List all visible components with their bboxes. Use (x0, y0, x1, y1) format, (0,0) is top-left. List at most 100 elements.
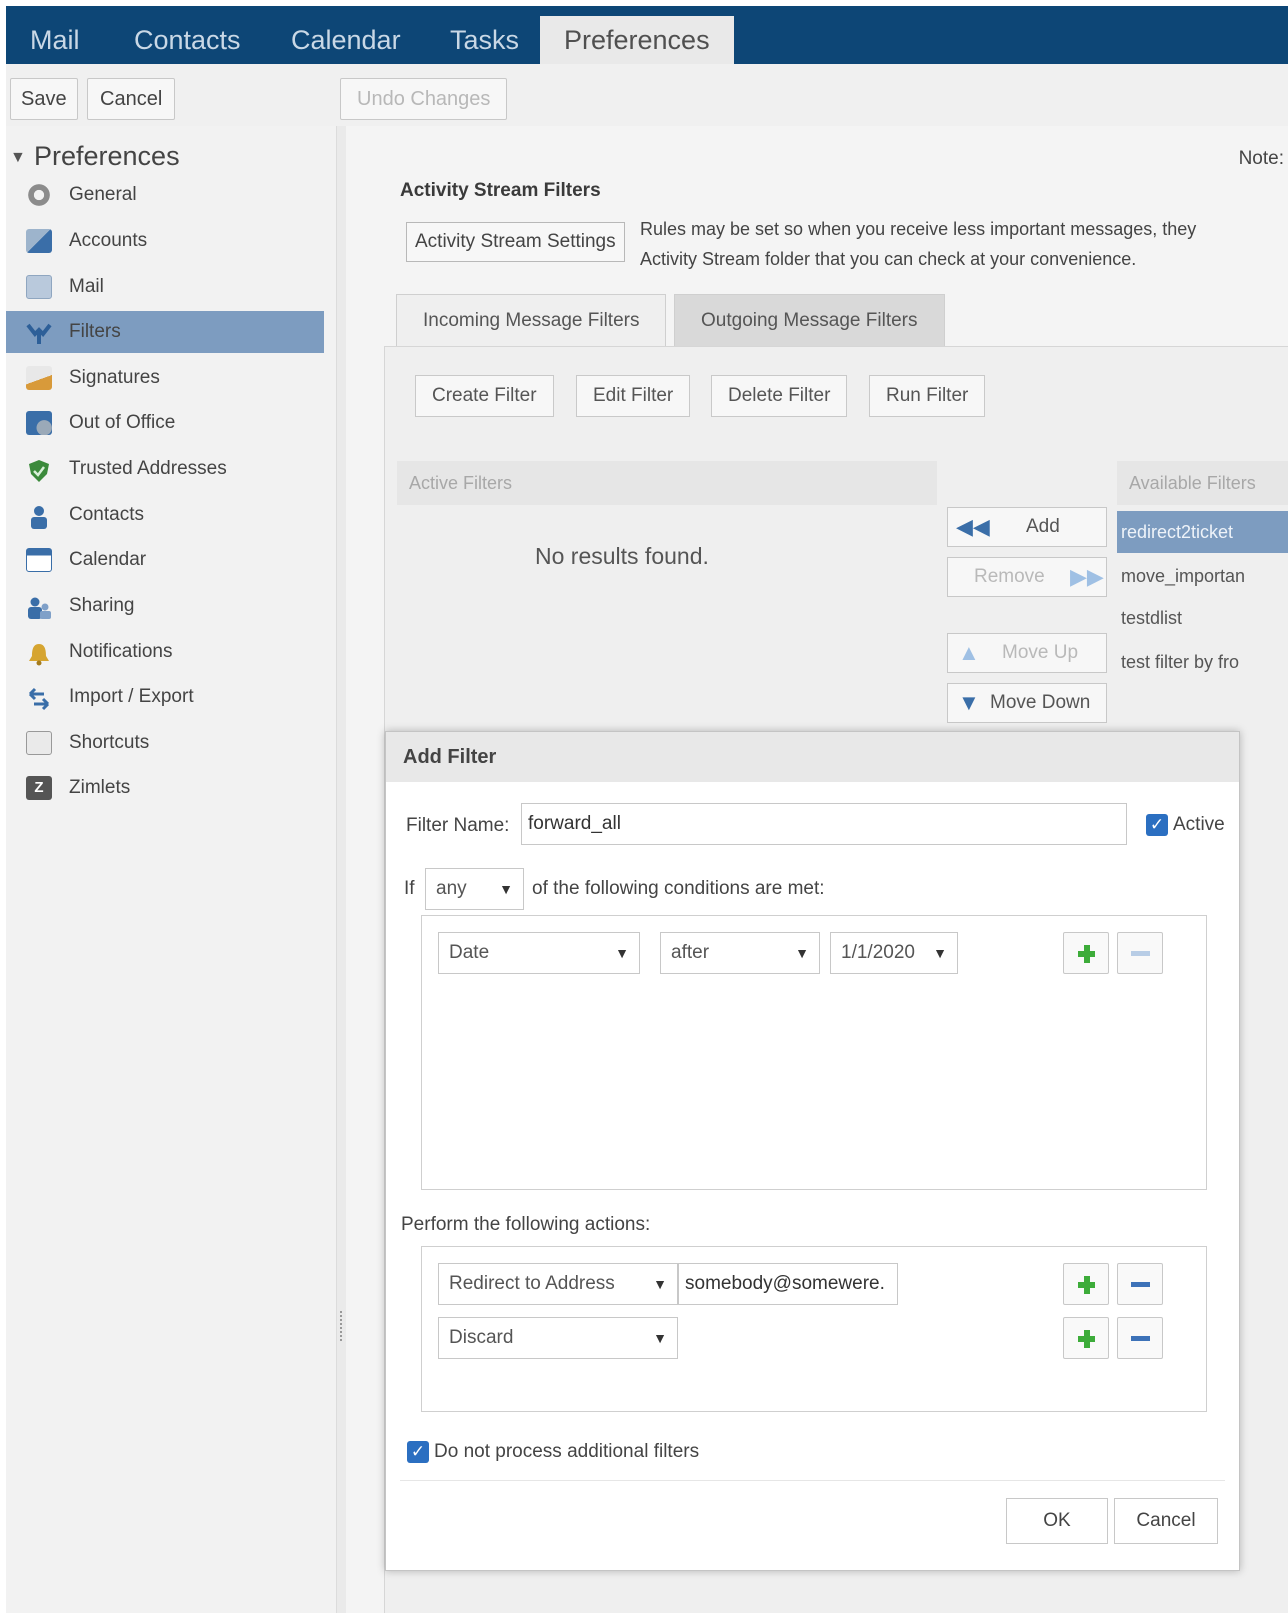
if-label: If (404, 878, 415, 899)
active-checkbox[interactable]: ✓ (1146, 814, 1168, 836)
sidebar-item-import-export[interactable]: Import / Export (6, 676, 324, 718)
sidebar-item-label: Trusted Addresses (69, 458, 227, 479)
calendar-icon (26, 548, 52, 572)
sidebar-item-zimlets[interactable]: Z Zimlets (6, 767, 324, 809)
chevron-down-icon: ▼ (933, 945, 947, 961)
match-select[interactable]: any ▼ (425, 868, 524, 910)
sidebar-item-label: Notifications (69, 641, 173, 662)
available-filter-item[interactable]: redirect2ticket (1117, 511, 1288, 553)
remove-condition-button[interactable] (1117, 932, 1163, 974)
dialog-title: Add Filter (386, 732, 1239, 782)
redirect-address-input[interactable] (678, 1263, 898, 1305)
condition-field-value: Date (449, 942, 490, 963)
preferences-sidebar: ▼ Preferences General Accounts Mail Filte… (6, 126, 338, 1613)
undo-changes-button[interactable]: Undo Changes (340, 78, 508, 120)
add-action-button[interactable] (1063, 1317, 1109, 1359)
double-right-arrow-icon: ▶▶ (1070, 564, 1104, 589)
activity-stream-description: Rules may be set so when you receive les… (640, 214, 1288, 274)
sidebar-item-sharing[interactable]: Sharing (6, 585, 324, 627)
tab-calendar[interactable]: Calendar (267, 16, 425, 64)
remove-action-button[interactable] (1117, 1317, 1163, 1359)
filter-name-input[interactable] (521, 803, 1127, 845)
tab-tasks[interactable]: Tasks (426, 16, 543, 64)
description-line: Rules may be set so when you receive les… (640, 219, 1197, 239)
sidebar-header[interactable]: ▼ Preferences (6, 136, 180, 176)
sidebar-item-shortcuts[interactable]: Shortcuts (6, 722, 324, 764)
tab-contacts[interactable]: Contacts (110, 16, 265, 64)
chevron-down-icon: ▼ (795, 945, 809, 961)
create-filter-button[interactable]: Create Filter (415, 375, 554, 417)
dialog-cancel-button[interactable]: Cancel (1114, 1498, 1218, 1544)
run-filter-button[interactable]: Run Filter (869, 375, 986, 417)
chevron-down-icon: ▼ (653, 1276, 667, 1292)
dialog-footer-divider (400, 1480, 1225, 1481)
sidebar-item-label: Calendar (69, 549, 147, 570)
tab-incoming-filters[interactable]: Incoming Message Filters (396, 294, 667, 346)
gear-icon (26, 183, 52, 207)
tab-mail[interactable]: Mail (6, 16, 104, 64)
stop-processing-label: Do not process additional filters (434, 1441, 700, 1462)
available-filter-item[interactable]: move_importan (1117, 555, 1288, 597)
conditions-box: Date ▼ after ▼ 1/1/2020 ▼ (421, 915, 1207, 1190)
sidebar-item-trusted-addresses[interactable]: Trusted Addresses (6, 448, 324, 490)
plus-icon-vertical (1083, 945, 1090, 963)
match-value: any (436, 878, 467, 899)
edit-filter-button[interactable]: Edit Filter (576, 375, 691, 417)
plus-icon-vertical (1083, 1330, 1090, 1348)
filter-icon (26, 320, 52, 344)
plus-icon-vertical (1083, 1276, 1090, 1294)
sidebar-item-label: Shortcuts (69, 732, 150, 753)
sidebar-item-label: Contacts (69, 504, 144, 525)
sidebar-item-mail[interactable]: Mail (6, 266, 324, 308)
sidebar-item-notifications[interactable]: Notifications (6, 631, 324, 673)
sidebar-splitter[interactable] (336, 126, 346, 1613)
sidebar-item-label: Signatures (69, 367, 160, 388)
sidebar-item-general[interactable]: General (6, 174, 324, 216)
tab-outgoing-filters[interactable]: Outgoing Message Filters (674, 294, 945, 346)
active-filters-header: Active Filters (397, 461, 937, 505)
sidebar-item-out-of-office[interactable]: Out of Office (6, 402, 324, 444)
filter-tabs: Incoming Message Filters Outgoing Messag… (396, 294, 1288, 346)
action-value: Redirect to Address (449, 1273, 615, 1294)
stop-processing-checkbox[interactable]: ✓ (407, 1441, 429, 1463)
sidebar-item-signatures[interactable]: Signatures (6, 357, 324, 399)
actions-box: Redirect to Address ▼ Discard ▼ (421, 1246, 1207, 1412)
action-select[interactable]: Redirect to Address ▼ (438, 1263, 678, 1305)
minus-icon (1131, 1282, 1150, 1287)
condition-operator-select[interactable]: after ▼ (660, 932, 820, 974)
add-action-button[interactable] (1063, 1263, 1109, 1305)
add-condition-button[interactable] (1063, 932, 1109, 974)
activity-stream-title: Activity Stream Filters (400, 180, 601, 201)
double-left-arrow-icon: ◀◀ (956, 514, 990, 539)
filter-name-label: Filter Name: (406, 815, 510, 836)
cancel-button[interactable]: Cancel (87, 78, 176, 120)
minus-icon (1131, 951, 1150, 956)
active-label: Active (1173, 814, 1225, 835)
save-button[interactable]: Save (10, 78, 78, 120)
add-filter-button[interactable]: ◀◀ Add (947, 507, 1107, 547)
tab-preferences[interactable]: Preferences (540, 16, 734, 64)
sidebar-item-calendar[interactable]: Calendar (6, 539, 324, 581)
sidebar-item-contacts[interactable]: Contacts (6, 494, 324, 536)
no-results-message: No results found. (535, 543, 709, 569)
activity-stream-settings-button[interactable]: Activity Stream Settings (406, 222, 625, 262)
condition-field-select[interactable]: Date ▼ (438, 932, 640, 974)
move-down-button[interactable]: ▼ Move Down (947, 683, 1107, 723)
remove-filter-button[interactable]: Remove ▶▶ (947, 557, 1107, 597)
ok-button[interactable]: OK (1006, 1498, 1108, 1544)
move-up-button[interactable]: ▲ Move Up (947, 633, 1107, 673)
signature-icon (26, 366, 52, 390)
sidebar-item-accounts[interactable]: Accounts (6, 220, 324, 262)
sidebar-item-filters[interactable]: Filters (6, 311, 324, 353)
description-line: Activity Stream folder that you can chec… (640, 249, 1137, 269)
out-of-office-icon (26, 411, 52, 435)
delete-filter-button[interactable]: Delete Filter (711, 375, 848, 417)
action-select[interactable]: Discard ▼ (438, 1317, 678, 1359)
condition-date-select[interactable]: 1/1/2020 ▼ (830, 932, 958, 974)
conditions-label: of the following conditions are met: (532, 878, 825, 899)
available-filter-item[interactable]: test filter by fro (1117, 641, 1288, 683)
remove-action-button[interactable] (1117, 1263, 1163, 1305)
chevron-down-icon: ▼ (653, 1330, 667, 1346)
sidebar-item-label: Mail (69, 276, 104, 297)
available-filter-item[interactable]: testdlist (1117, 597, 1288, 639)
